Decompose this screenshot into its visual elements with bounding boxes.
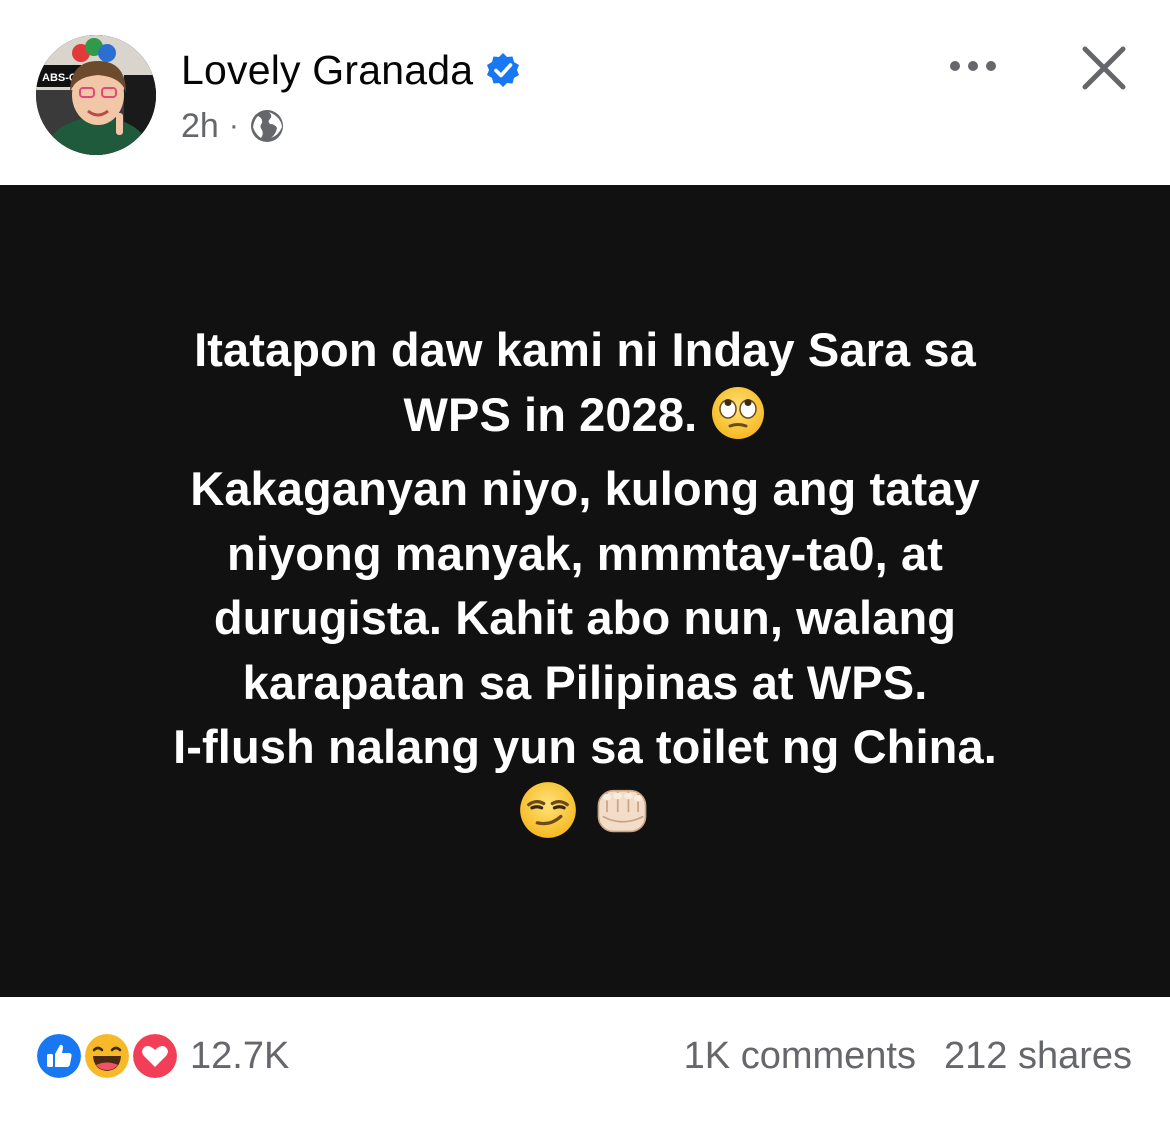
- more-options-icon[interactable]: [938, 44, 1008, 88]
- reaction-icons: [34, 1031, 184, 1081]
- reaction-count: 12.7K: [190, 1034, 290, 1077]
- post-line: karapatan sa Pilipinas at WPS.: [242, 655, 928, 709]
- shares-count[interactable]: 212 shares: [944, 1035, 1132, 1078]
- post-background: Itatapon daw kami ni Inday Sara sa WPS i…: [0, 185, 1170, 997]
- fist-bump-emoji: [592, 780, 652, 857]
- facebook-post-view: ABS-CBN Lovely Granada 2h · Itatapon daw…: [0, 0, 1170, 1124]
- love-reaction-icon: [130, 1031, 180, 1081]
- globe-icon: [249, 108, 285, 144]
- engagement-stats: 1K comments 212 shares: [684, 1031, 1132, 1081]
- close-icon[interactable]: [1072, 36, 1136, 100]
- verified-badge-icon: [485, 52, 521, 88]
- post-footer: 12.7K 1K comments 212 shares: [0, 997, 1170, 1124]
- post-line-text: WPS in 2028.: [403, 387, 698, 441]
- post-meta: 2h ·: [181, 104, 285, 148]
- post-text: Itatapon daw kami ni Inday Sara sa WPS i…: [25, 318, 1145, 856]
- author-row: Lovely Granada: [181, 44, 521, 96]
- post-line: Kakaganyan niyo, kulong ang tatay: [190, 462, 980, 515]
- post-line: niyong manyak, mmmtay-ta0, at: [227, 526, 943, 580]
- post-emoji-line: [25, 780, 1145, 857]
- post-line: I-flush nalang yun sa toilet ng China.: [173, 720, 997, 773]
- post-time[interactable]: 2h: [181, 107, 219, 146]
- post-header: ABS-CBN Lovely Granada 2h ·: [0, 0, 1170, 185]
- meta-separator: ·: [228, 109, 239, 142]
- haha-reaction-icon: [82, 1031, 132, 1081]
- post-line: WPS in 2028.: [25, 383, 1145, 458]
- reactions-summary[interactable]: 12.7K: [34, 1031, 289, 1081]
- post-line: Itatapon daw kami ni Inday Sara sa: [194, 323, 976, 376]
- like-reaction-icon: [34, 1031, 84, 1081]
- eye-roll-emoji: [710, 385, 766, 458]
- smirk-emoji: [518, 780, 578, 857]
- post-line: durugista. Kahit abo nun, walang: [213, 591, 957, 644]
- avatar[interactable]: ABS-CBN: [36, 35, 156, 155]
- author-name[interactable]: Lovely Granada: [181, 47, 473, 94]
- comments-count[interactable]: 1K comments: [684, 1035, 916, 1078]
